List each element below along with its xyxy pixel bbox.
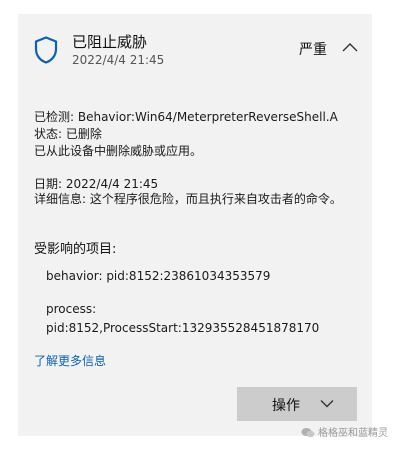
affected-item: process: pid:8152,ProcessStart:132935528…: [46, 302, 320, 335]
watermark-text: 格格巫和蓝精灵: [318, 428, 388, 439]
chevron-down-icon: [320, 400, 334, 408]
learn-more-link[interactable]: 了解更多信息: [34, 352, 106, 369]
threat-status: 状态: 已删除: [34, 127, 102, 141]
shield-icon: [34, 36, 58, 64]
threat-title: 已阻止威胁: [72, 33, 148, 51]
detail-date: 日期: 2022/4/4 21:45: [34, 177, 159, 191]
severity-label: 严重: [299, 42, 327, 58]
affected-items-heading: 受影响的项目:: [34, 242, 117, 257]
removal-message: 已从此设备中删除威胁或应用。: [34, 144, 203, 158]
actions-button[interactable]: 操作: [237, 387, 357, 421]
detected-threat-name: 已检测: Behavior:Win64/MeterpreterReverseSh…: [34, 110, 338, 124]
chevron-up-icon[interactable]: [341, 41, 359, 53]
watermark: 格格巫和蓝精灵: [301, 424, 388, 439]
threat-date: 2022/4/4 21:45: [72, 53, 165, 67]
threat-card: 已阻止威胁 2022/4/4 21:45 严重 已检测: Behavior:Wi…: [18, 14, 372, 436]
wechat-icon: [301, 428, 315, 438]
affected-item: behavior: pid:8152:23861034353579: [46, 269, 271, 283]
actions-button-label: 操作: [272, 398, 300, 414]
detail-info: 详细信息: 这个程序很危险，而且执行来自攻击者的命令。: [34, 192, 342, 206]
